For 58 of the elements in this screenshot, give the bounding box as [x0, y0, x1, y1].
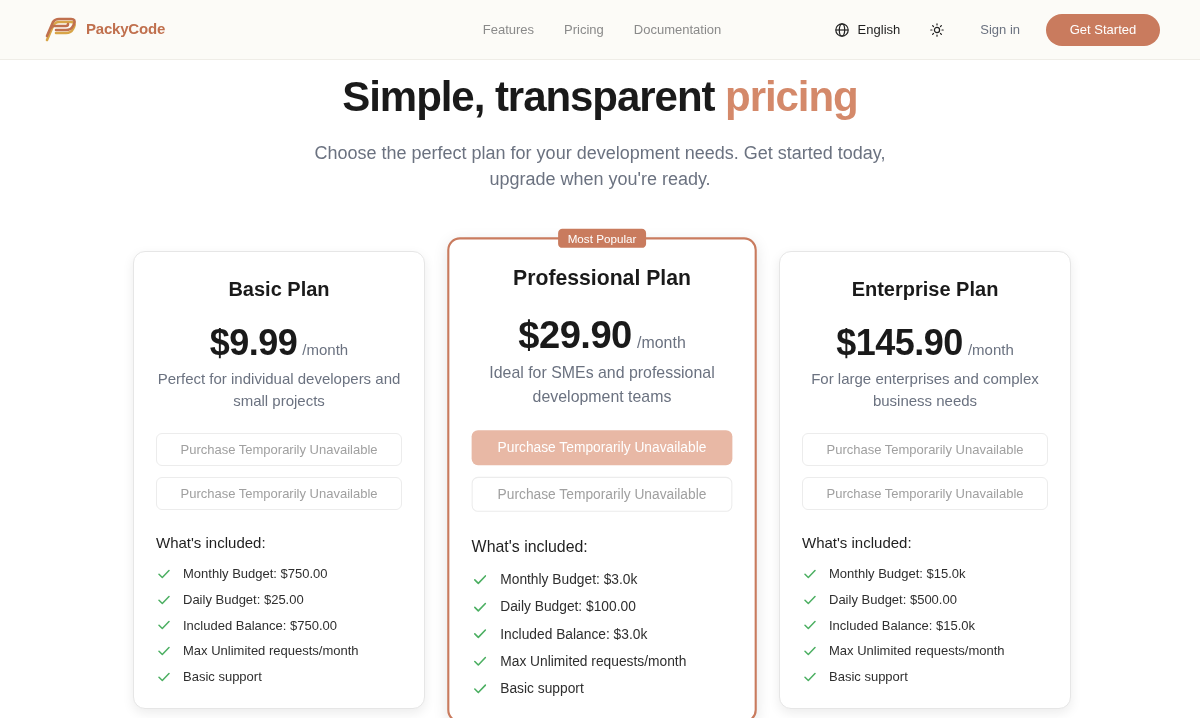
price-period: /month: [302, 340, 349, 360]
price-amount: $9.99: [209, 323, 298, 363]
feature-text: Monthly Budget: $15.0k: [829, 565, 966, 584]
nav-link[interactable]: Features: [482, 19, 535, 40]
check-icon: [158, 646, 170, 657]
get-started-button[interactable]: Get Started: [1046, 13, 1160, 46]
price-period: /month: [637, 331, 686, 353]
feature-text: Basic support: [183, 668, 262, 686]
brand-link[interactable]: PackyCode: [44, 16, 166, 43]
feature-text: Included Balance: $750.00: [183, 616, 337, 635]
plan-name: Enterprise Plan: [850, 277, 1000, 302]
feature-text: Daily Budget: $500.00: [829, 590, 957, 609]
plan-description: Ideal for SMEs and professional development teams: [488, 362, 716, 407]
features-heading: What's included:: [156, 533, 267, 553]
features-heading: What's included:: [471, 536, 589, 558]
check-icon: [804, 671, 816, 682]
logo-icon: [44, 16, 78, 43]
feature-text: Max Unlimited requests/month: [829, 642, 1005, 661]
globe-icon: [834, 22, 849, 37]
page-subtitle: Choose the perfect plan for your development needs. Get started today, upgrade when you're ready.: [313, 142, 887, 191]
feature-text: Basic support: [829, 668, 908, 686]
price-amount: $145.90: [836, 323, 963, 363]
sign-in-link[interactable]: Sign in: [980, 19, 1020, 40]
price-amount: $29.90: [518, 313, 632, 356]
sun-icon: [930, 22, 945, 37]
check-icon: [158, 671, 170, 682]
check-icon: [804, 594, 816, 605]
check-icon: [804, 569, 816, 579]
price-period: /month: [967, 340, 1014, 360]
feature-text: Monthly Budget: $3.0k: [500, 570, 638, 590]
check-icon: [804, 646, 816, 657]
check-icon: [158, 620, 170, 631]
feature-text: Max Unlimited requests/month: [500, 652, 687, 671]
feature-text: Daily Budget: $100.00: [500, 597, 636, 617]
plan-description: For large enterprises and complex business needs: [810, 369, 1040, 411]
check-icon: [473, 628, 487, 640]
check-icon: [473, 683, 487, 694]
check-icon: [804, 620, 816, 631]
check-icon: [473, 656, 487, 667]
feature-text: Included Balance: $3.0k: [500, 624, 648, 644]
check-icon: [473, 601, 487, 613]
check-icon: [158, 594, 170, 605]
feature-text: Daily Budget: $25.00: [183, 590, 304, 609]
check-icon: [473, 574, 487, 585]
language-button[interactable]: English: [834, 19, 901, 40]
check-icon: [158, 569, 170, 579]
plan-name: Basic Plan: [227, 277, 331, 302]
page-heading: Simple, transparent pricing: [342, 72, 858, 122]
features-heading: What's included:: [802, 533, 913, 553]
feature-text: Included Balance: $15.0k: [829, 616, 975, 635]
popular-badge: Most Popular: [558, 228, 646, 248]
nav-link[interactable]: Pricing: [564, 19, 604, 40]
plan-name: Professional Plan: [512, 264, 692, 292]
feature-text: Monthly Budget: $750.00: [183, 565, 328, 584]
feature-text: Max Unlimited requests/month: [183, 642, 359, 661]
nav-link[interactable]: Documentation: [633, 19, 722, 40]
plan-description: Perfect for individual developers and small projects: [156, 369, 402, 411]
feature-text: Basic support: [500, 679, 584, 699]
